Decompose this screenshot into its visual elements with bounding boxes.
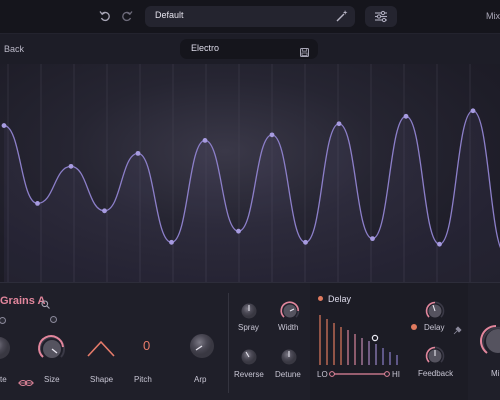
rate-label: te [0, 375, 7, 384]
style-name: Electro [191, 43, 220, 53]
grain-waveform-display[interactable] [0, 64, 500, 282]
waveform-point[interactable] [303, 239, 308, 245]
grains-title: Grains A [0, 295, 46, 307]
hi-label: HI [392, 370, 400, 379]
waveform-point[interactable] [269, 132, 275, 138]
shape-label: Shape [90, 375, 114, 384]
delay-section: Delay LO HI Delay Feedback [310, 283, 468, 400]
delay-knob[interactable] [424, 300, 446, 322]
waveform-point[interactable] [403, 113, 409, 119]
waveform-point[interactable] [135, 150, 141, 156]
waveform-fill [4, 110, 500, 282]
detune-knob[interactable] [280, 348, 298, 366]
feedback-label: Feedback [418, 369, 454, 378]
pin-icon[interactable] [453, 322, 462, 340]
pitch-value[interactable]: 0 [143, 338, 150, 353]
rate-sync-toggle[interactable] [0, 317, 6, 324]
width-knob[interactable] [279, 300, 301, 322]
waveform-point[interactable] [336, 121, 342, 127]
mix-knob[interactable] [478, 321, 500, 361]
feedback-knob[interactable] [424, 345, 446, 367]
preset-selector[interactable]: Default [145, 6, 355, 27]
waveform-point[interactable] [470, 108, 476, 114]
spray-label: Spray [238, 323, 259, 332]
reverse-label: Reverse [234, 370, 264, 379]
arp-label: Arp [194, 375, 207, 384]
search-icon[interactable] [41, 296, 50, 314]
lo-label: LO [317, 370, 328, 379]
waveform-point[interactable] [236, 228, 241, 234]
preset-name: Default [155, 10, 184, 20]
rate-knob[interactable] [0, 333, 14, 363]
detune-label: Detune [275, 370, 301, 379]
waveform-point[interactable] [169, 239, 174, 245]
waveform-point[interactable] [1, 123, 7, 128]
link-icon[interactable] [18, 374, 34, 392]
sliders-icon[interactable] [365, 6, 397, 27]
delay-title: Delay [328, 294, 352, 304]
undo-icon[interactable] [99, 10, 111, 25]
redo-icon[interactable] [121, 10, 133, 25]
delay-sync-dot[interactable] [411, 324, 417, 330]
size-label: Size [44, 375, 60, 384]
delay-knob-label: Delay [424, 323, 445, 332]
waveform-point[interactable] [437, 241, 442, 247]
waveform-point[interactable] [35, 201, 40, 206]
magic-wand-icon[interactable] [335, 9, 349, 23]
divider [228, 293, 229, 393]
width-label: Width [278, 323, 299, 332]
back-button[interactable]: Back [4, 44, 24, 54]
size-knob[interactable] [36, 333, 68, 365]
spray-knob[interactable] [240, 302, 258, 320]
shape-selector[interactable] [85, 336, 117, 360]
grains-panel: Grains A te Size Shape 0 Pitch Arp Spray [0, 282, 500, 400]
style-selector[interactable]: Electro [180, 39, 318, 59]
lo-hi-range-slider[interactable] [329, 370, 391, 378]
waveform-svg[interactable] [0, 64, 500, 282]
size-mod-toggle[interactable] [50, 316, 57, 323]
mix-label: Mix [486, 11, 500, 21]
delay-enable-indicator[interactable] [318, 296, 323, 301]
top-toolbar: Default Mix [0, 0, 500, 34]
mix-knob-label: Mi [491, 369, 500, 378]
waveform-point[interactable] [370, 236, 375, 242]
waveform-point[interactable] [68, 163, 74, 169]
delay-eq-bars[interactable] [316, 313, 408, 365]
save-icon[interactable] [300, 44, 309, 62]
waveform-point[interactable] [102, 208, 107, 214]
sub-toolbar: Back Electro [0, 34, 500, 64]
pitch-label: Pitch [134, 375, 152, 384]
waveform-point[interactable] [202, 138, 208, 143]
reverse-knob[interactable] [240, 348, 258, 366]
arp-knob[interactable] [187, 331, 217, 361]
